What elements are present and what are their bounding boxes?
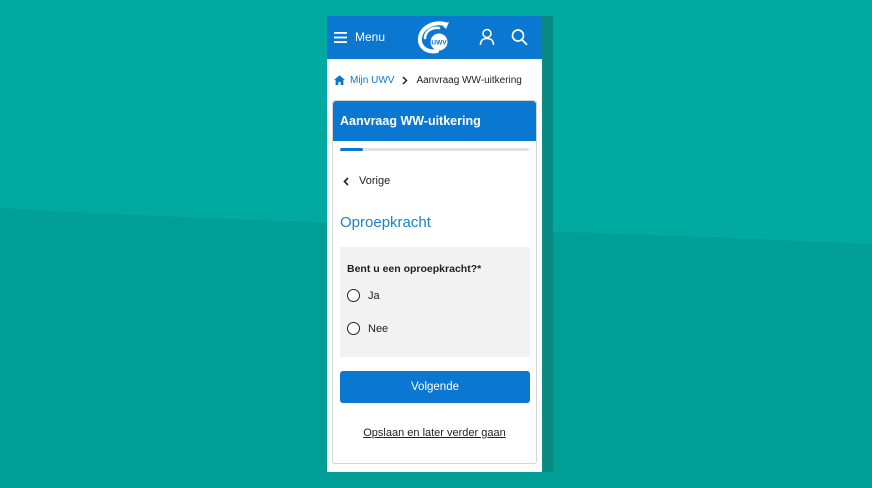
radio-label: Nee (368, 322, 389, 335)
breadcrumb: Mijn UWV Aanvraag WW-uitkering (334, 73, 522, 87)
back-label: Vorige (359, 175, 391, 187)
chevron-right-icon (402, 75, 409, 85)
chevron-left-icon (343, 176, 349, 186)
form-card: Aanvraag WW-uitkering Vorige Oproepkrach… (332, 100, 537, 464)
home-icon (334, 75, 345, 85)
progress-bar (340, 148, 529, 151)
uwv-logo[interactable]: UWV (415, 20, 453, 54)
breadcrumb-current: Aanvraag WW-uitkering (416, 74, 522, 86)
radio-label: Ja (368, 289, 380, 302)
menu-label: Menu (355, 30, 386, 44)
top-navigation-bar: Menu UWV (327, 16, 542, 59)
phone-screen: Menu UWV Mijn UWV Aanvraag WW-uitkering … (327, 16, 542, 472)
radio-button[interactable] (347, 322, 360, 335)
radio-option-nee[interactable]: Nee (347, 322, 388, 335)
radio-button[interactable] (347, 289, 360, 302)
user-icon[interactable] (479, 28, 495, 46)
form-title: Aanvraag WW-uitkering (333, 101, 536, 141)
search-icon[interactable] (511, 28, 528, 46)
menu-button[interactable]: Menu (334, 28, 385, 46)
hamburger-menu-icon (334, 31, 347, 43)
next-button[interactable]: Volgende (340, 371, 530, 403)
question-group: Bent u een oproepkracht?* Ja Nee (340, 247, 530, 357)
breadcrumb-home-label: Mijn UWV (350, 74, 395, 86)
breadcrumb-home-link[interactable]: Mijn UWV (334, 75, 394, 86)
section-title: Oproepkracht (340, 214, 431, 231)
radio-option-ja[interactable]: Ja (347, 289, 380, 302)
logo-text: UWV (431, 40, 447, 47)
save-later-link[interactable]: Opslaan en later verder gaan (333, 427, 536, 439)
progress-fill (340, 148, 363, 151)
question-label: Bent u een oproepkracht?* (347, 263, 482, 275)
back-link[interactable]: Vorige (343, 175, 390, 187)
